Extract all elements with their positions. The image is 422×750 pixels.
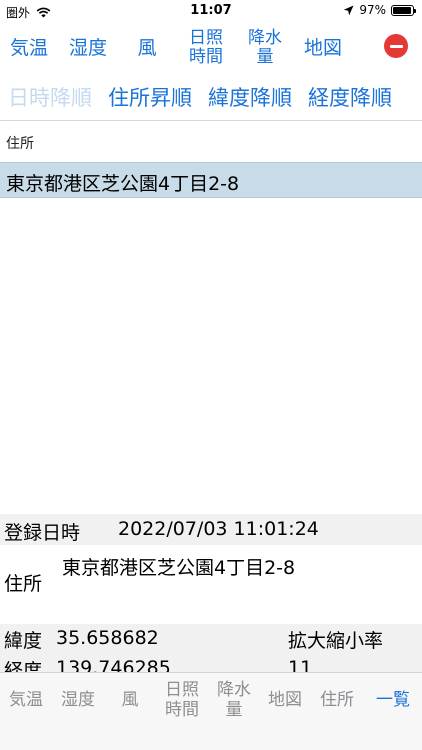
minus-bar <box>389 44 403 48</box>
date-value: 2022/07/03 11:01:24 <box>118 518 319 540</box>
tab-list[interactable]: 一覧 <box>364 673 422 729</box>
detail-panel: 登録日時 2022/07/03 11:01:24 住所 東京都港区芝公園4丁目2… <box>0 514 422 684</box>
latitude-label: 緯度 <box>4 630 43 652</box>
latitude-value: 35.658682 <box>56 627 159 649</box>
top-toolbar: 気温 湿度 風 日照 時間 降水 量 地図 <box>0 22 422 74</box>
minus-circle-icon[interactable] <box>384 34 408 58</box>
tab-precipitation[interactable]: 降水 量 <box>208 673 260 729</box>
tab-wind[interactable]: 風 <box>104 673 156 729</box>
zoom-label: 拡大縮小率 <box>288 630 384 652</box>
toolbar-sunshine-button[interactable]: 日照 時間 <box>176 22 236 74</box>
tab-humidity[interactable]: 湿度 <box>52 673 104 729</box>
home-indicator-area <box>0 728 422 750</box>
toolbar-humidity-button[interactable]: 湿度 <box>58 22 118 74</box>
app-screen: 圏外 11:07 97% 気温 湿度 風 日照 時間 降水 量 地図 日時降順 … <box>0 0 422 750</box>
location-arrow-icon <box>344 5 354 15</box>
sort-address-asc-button[interactable]: 住所昇順 <box>108 82 192 112</box>
sort-longitude-desc-button[interactable]: 経度降順 <box>308 82 392 112</box>
detail-address-row: 住所 東京都港区芝公園4丁目2-8 <box>0 545 422 624</box>
tab-bar: 気温 湿度 風 日照 時間 降水 量 地図 住所 一覧 <box>0 672 422 729</box>
status-right: 97% <box>343 3 416 17</box>
battery-icon <box>391 4 416 16</box>
toolbar-wind-button[interactable]: 風 <box>118 22 176 74</box>
status-bar: 圏外 11:07 97% <box>0 0 422 22</box>
tab-address[interactable]: 住所 <box>310 673 364 729</box>
toolbar-precipitation-button[interactable]: 降水 量 <box>236 22 294 74</box>
sort-latitude-desc-button[interactable]: 緯度降順 <box>208 82 292 112</box>
date-label: 登録日時 <box>4 522 81 544</box>
address-label: 住所 <box>4 573 43 595</box>
address-text-view[interactable]: 東京都港区芝公園4丁目2-8 <box>56 551 418 617</box>
battery-percent: 97% <box>359 3 386 17</box>
toolbar-map-button[interactable]: 地図 <box>294 22 352 74</box>
list-header-label: 住所 <box>6 136 34 152</box>
list-item[interactable]: 東京都港区芝公園4丁目2-8 <box>0 162 422 198</box>
tab-sunshine[interactable]: 日照 時間 <box>156 673 208 729</box>
tab-map[interactable]: 地図 <box>260 673 310 729</box>
sort-bar: 日時降順 住所昇順 緯度降順 経度降順 <box>0 76 422 121</box>
detail-latitude-row: 緯度 35.658682 拡大縮小率 <box>0 624 422 654</box>
toolbar-temperature-button[interactable]: 気温 <box>0 22 58 74</box>
tab-temperature[interactable]: 気温 <box>0 673 52 729</box>
sort-date-desc-button[interactable]: 日時降順 <box>8 82 92 112</box>
battery-level-fill <box>393 6 412 14</box>
list-header: 住所 <box>0 121 422 161</box>
detail-date-row: 登録日時 2022/07/03 11:01:24 <box>0 514 422 545</box>
address-value: 東京都港区芝公園4丁目2-8 <box>62 557 296 579</box>
list-item-address: 東京都港区芝公園4丁目2-8 <box>6 173 240 195</box>
